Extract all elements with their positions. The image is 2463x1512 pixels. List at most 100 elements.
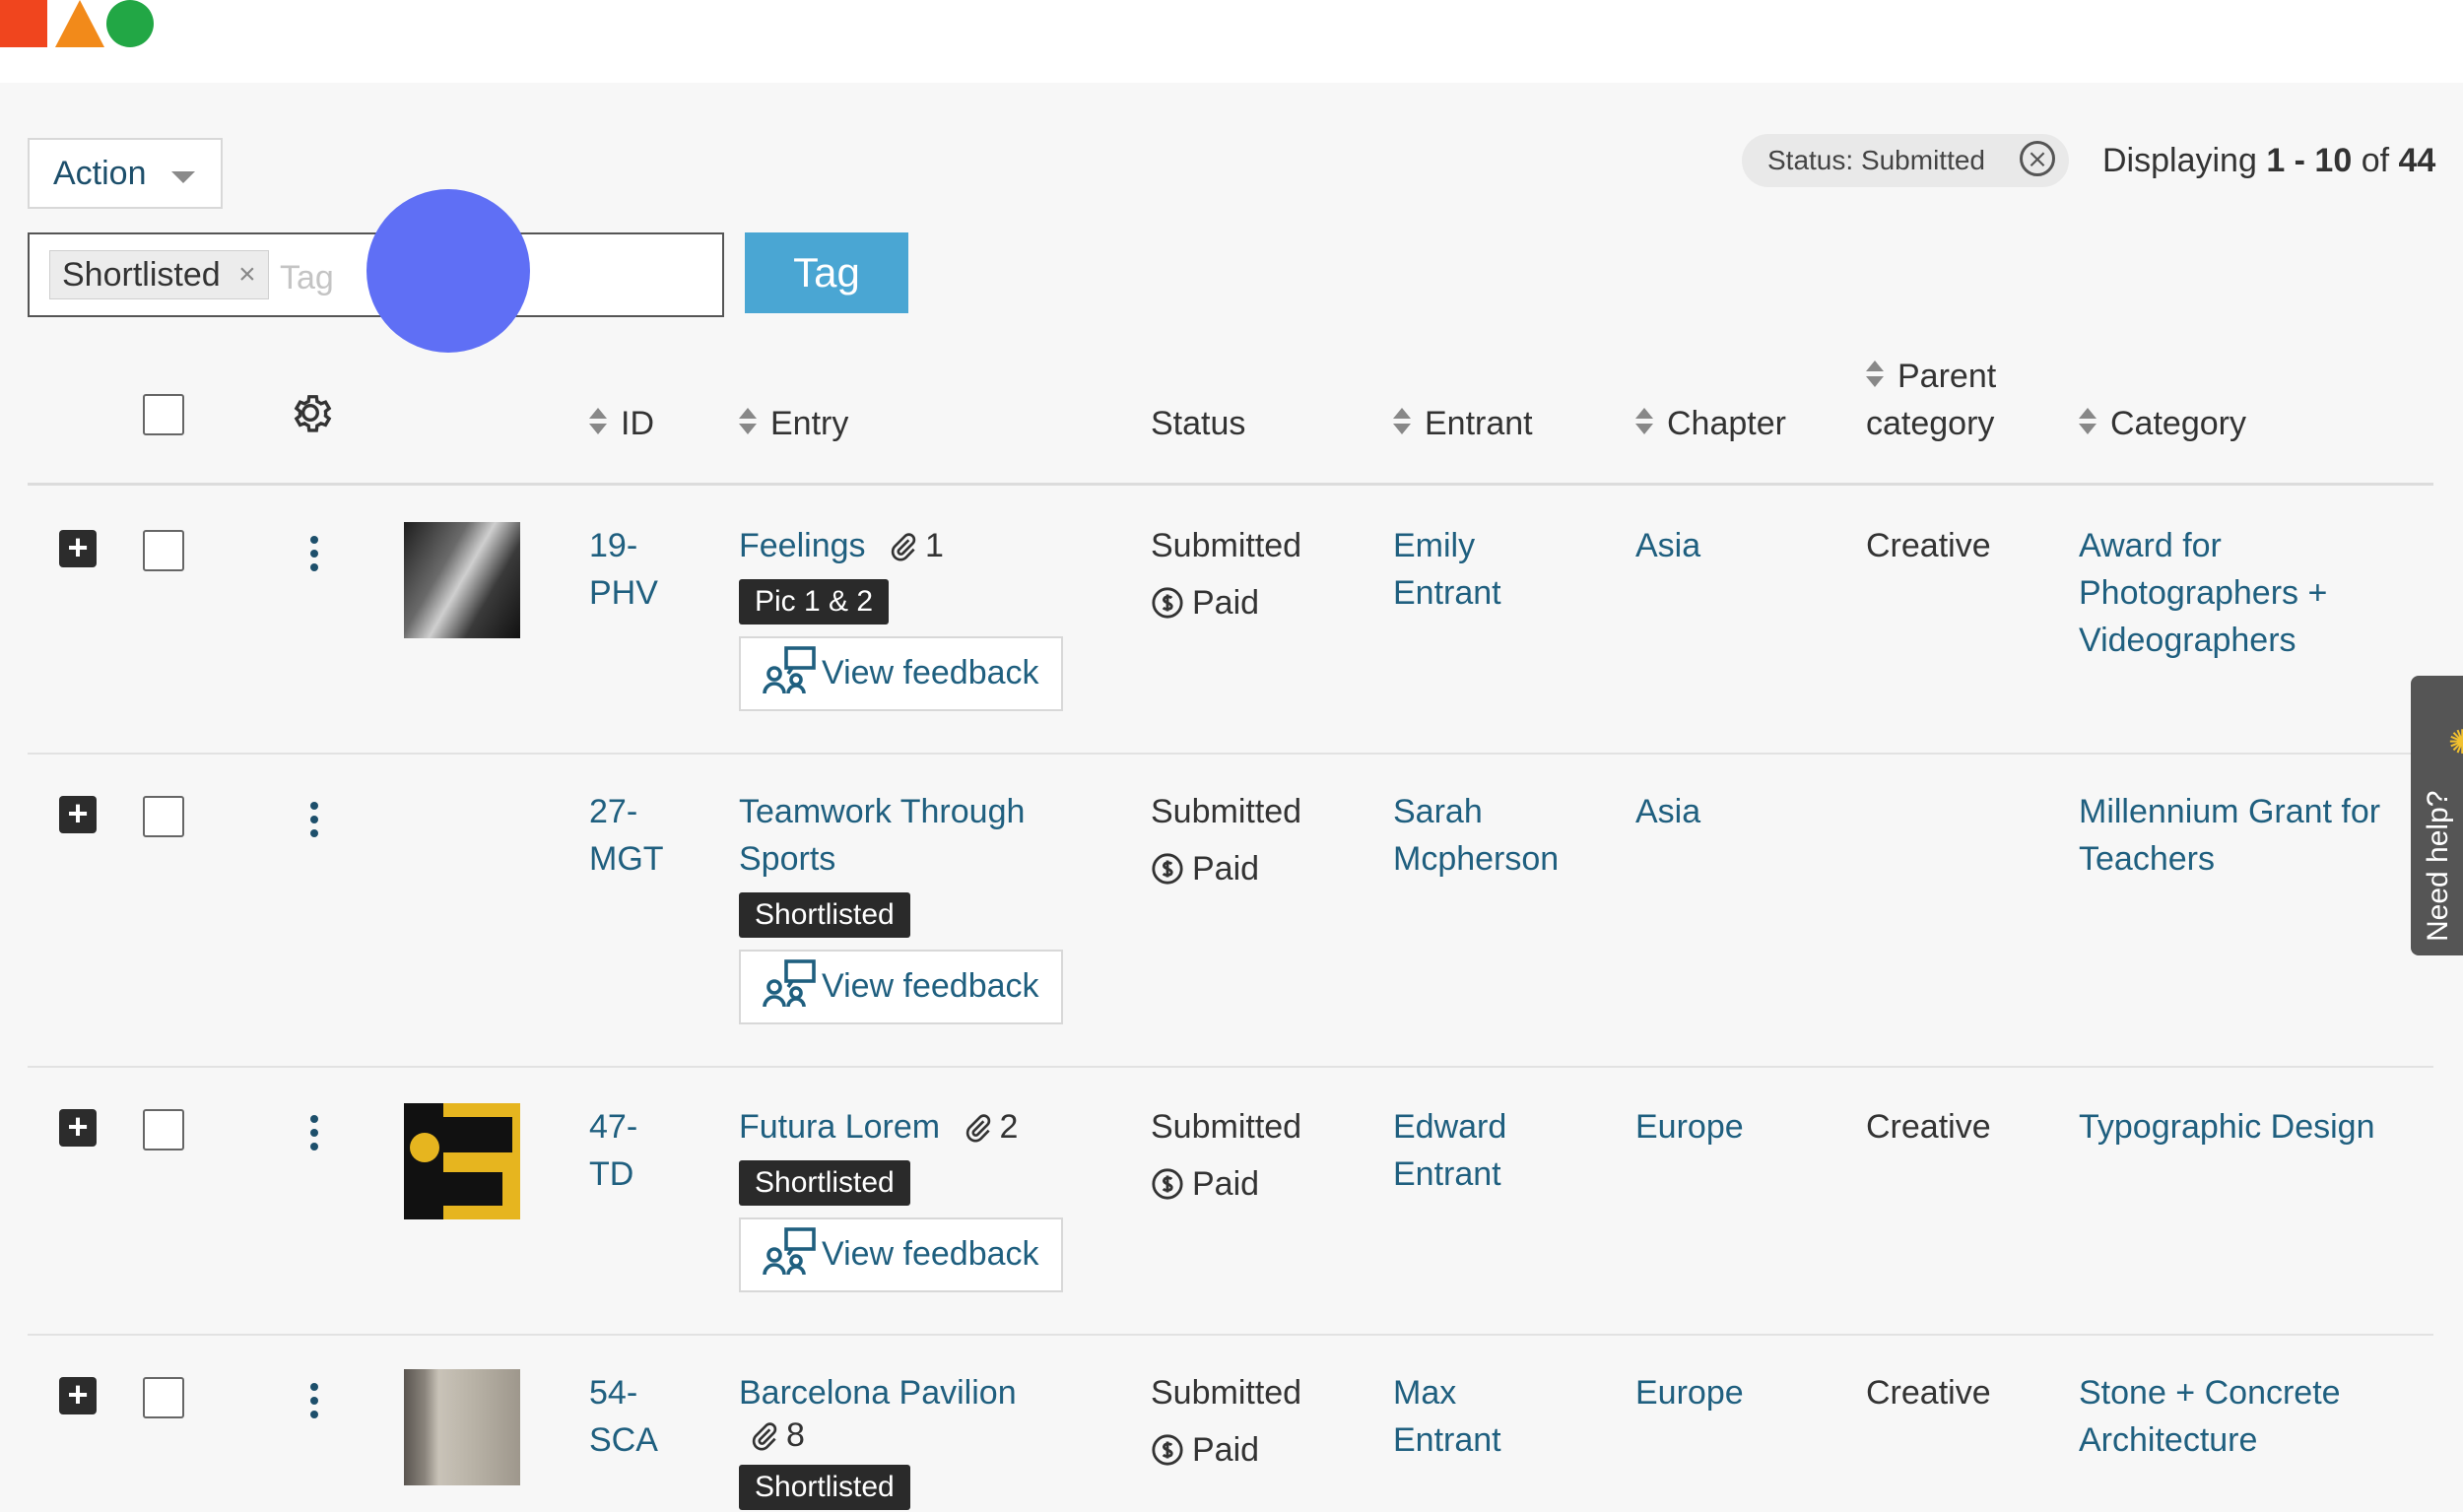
- attachments-count: 1: [888, 527, 944, 564]
- row-divider: [28, 753, 2433, 755]
- displaying-range: 1 - 10: [2266, 142, 2353, 179]
- category-link[interactable]: Award for Photographers + Videographers: [2079, 522, 2327, 664]
- category-link[interactable]: Typographic Design: [2079, 1103, 2375, 1150]
- clear-filter-icon[interactable]: ⨯: [2020, 141, 2055, 176]
- entrant-link[interactable]: Emily Entrant: [1393, 522, 1501, 617]
- entry-cell: Barcelona Pavilion 8 Shortlisted: [739, 1369, 1153, 1510]
- row-checkbox[interactable]: [143, 530, 184, 571]
- feedback-icon: [763, 1227, 816, 1276]
- entry-id-link[interactable]: 47- TD: [589, 1103, 637, 1198]
- column-header-chapter[interactable]: Chapter: [1635, 400, 1786, 447]
- status-cell: Submitted Paid: [1151, 1108, 1302, 1203]
- logo-circle-icon[interactable]: [106, 0, 154, 47]
- displaying-total: 44: [2398, 142, 2436, 179]
- entry-thumbnail[interactable]: [404, 1369, 520, 1485]
- column-header-entry-label: Entry: [770, 405, 849, 442]
- status-cell: Submitted Paid: [1151, 793, 1302, 887]
- expand-row-icon[interactable]: +: [59, 1109, 97, 1147]
- remove-tag-icon[interactable]: ×: [238, 251, 256, 298]
- row-menu-icon[interactable]: [310, 802, 320, 843]
- column-header-parent-label: Parent: [1897, 358, 1997, 395]
- expand-row-icon[interactable]: +: [59, 530, 97, 567]
- chapter-link[interactable]: Europe: [1635, 1103, 1744, 1150]
- dollar-icon: [1152, 1434, 1183, 1466]
- sort-icon: [739, 408, 757, 437]
- entrant-link[interactable]: Edward Entrant: [1393, 1103, 1506, 1198]
- entrant-link[interactable]: Max Entrant: [1393, 1369, 1501, 1464]
- row-divider: [28, 1066, 2433, 1068]
- entry-title-link[interactable]: Feelings: [739, 527, 866, 564]
- entry-thumbnail[interactable]: [404, 1103, 520, 1219]
- sort-icon: [589, 408, 607, 437]
- chapter-link[interactable]: Asia: [1635, 788, 1700, 835]
- tag-chip-shortlisted: Shortlisted ×: [49, 250, 269, 299]
- sort-icon: [1866, 361, 1884, 390]
- displaying-prefix: Displaying: [2102, 142, 2267, 179]
- dollar-icon: [1152, 587, 1183, 619]
- row-checkbox[interactable]: [143, 1377, 184, 1418]
- sort-icon: [1393, 408, 1411, 437]
- column-header-parent-category-line2[interactable]: category: [1866, 400, 1994, 447]
- header-divider: [28, 483, 2433, 486]
- entrant-link[interactable]: Sarah Mcpherson: [1393, 788, 1559, 883]
- tag-input-placeholder: Tag: [280, 259, 334, 296]
- sun-icon: ✺: [2448, 724, 2463, 761]
- parent-category: Creative: [1866, 1108, 1991, 1146]
- column-header-category[interactable]: Category: [2079, 400, 2246, 447]
- entry-title-link[interactable]: Futura Lorem: [739, 1108, 940, 1146]
- column-header-parent-category[interactable]: Parent: [1866, 353, 1996, 400]
- expand-row-icon[interactable]: +: [59, 1377, 97, 1414]
- column-header-entrant-label: Entrant: [1425, 405, 1533, 442]
- status-cell: Submitted Paid: [1151, 527, 1302, 622]
- row-menu-icon[interactable]: [310, 536, 320, 577]
- column-header-status: Status: [1151, 405, 1246, 442]
- entry-id-link[interactable]: 54- SCA: [589, 1369, 658, 1464]
- column-header-category-label: Category: [2110, 405, 2246, 442]
- view-feedback-button[interactable]: View feedback: [739, 1217, 1063, 1292]
- click-indicator: [366, 189, 530, 353]
- logo-triangle-icon[interactable]: [55, 0, 104, 47]
- need-help-tab[interactable]: ✺ Need help?: [2411, 676, 2463, 955]
- column-header-entry[interactable]: Entry: [739, 400, 848, 447]
- status-cell: Submitted Paid: [1151, 1374, 1302, 1469]
- entry-tag-badge: Pic 1 & 2: [739, 579, 890, 625]
- entry-title-link[interactable]: Barcelona Pavilion: [739, 1369, 1153, 1416]
- entry-tag-badge: Shortlisted: [739, 892, 910, 938]
- action-dropdown[interactable]: Action: [28, 138, 223, 209]
- column-header-chapter-label: Chapter: [1667, 405, 1786, 442]
- gear-icon[interactable]: [286, 388, 335, 442]
- row-divider: [28, 1334, 2433, 1336]
- tag-button[interactable]: Tag: [745, 232, 908, 313]
- column-header-entrant[interactable]: Entrant: [1393, 400, 1533, 447]
- entry-cell: Feelings 1 Pic 1 & 2 View feedback: [739, 522, 1153, 711]
- entry-tag-badge: Shortlisted: [739, 1465, 910, 1510]
- row-checkbox[interactable]: [143, 1109, 184, 1150]
- paperclip-icon: [965, 1114, 990, 1143]
- entry-cell: Futura Lorem 2 Shortlisted View feedback: [739, 1103, 1153, 1292]
- parent-category: Creative: [1866, 1374, 1991, 1412]
- entry-title-link[interactable]: Teamwork Through Sports: [739, 788, 1153, 883]
- action-dropdown-label: Action: [53, 155, 147, 192]
- view-feedback-button[interactable]: View feedback: [739, 636, 1063, 711]
- row-menu-icon[interactable]: [310, 1383, 320, 1424]
- column-header-id[interactable]: ID: [589, 400, 654, 447]
- top-bar: [0, 0, 2463, 83]
- entry-id-link[interactable]: 19- PHV: [589, 522, 658, 617]
- chapter-link[interactable]: Asia: [1635, 522, 1700, 569]
- entry-tag-badge: Shortlisted: [739, 1160, 910, 1206]
- row-menu-icon[interactable]: [310, 1115, 320, 1156]
- view-feedback-button[interactable]: View feedback: [739, 950, 1063, 1024]
- category-link[interactable]: Stone + Concrete Architecture: [2079, 1369, 2341, 1464]
- expand-row-icon[interactable]: +: [59, 796, 97, 833]
- chapter-link[interactable]: Europe: [1635, 1369, 1744, 1416]
- select-all-checkbox[interactable]: [143, 394, 184, 435]
- row-checkbox[interactable]: [143, 796, 184, 837]
- feedback-icon: [763, 646, 816, 694]
- attachments-count: 8: [749, 1416, 805, 1454]
- attachments-count: 2: [963, 1108, 1018, 1146]
- logo-square-icon[interactable]: [0, 0, 47, 47]
- entry-thumbnail[interactable]: [404, 522, 520, 638]
- entry-id-link[interactable]: 27- MGT: [589, 788, 664, 883]
- category-link[interactable]: Millennium Grant for Teachers: [2079, 788, 2380, 883]
- status-filter-pill: Status: Submitted ⨯: [1742, 134, 2069, 187]
